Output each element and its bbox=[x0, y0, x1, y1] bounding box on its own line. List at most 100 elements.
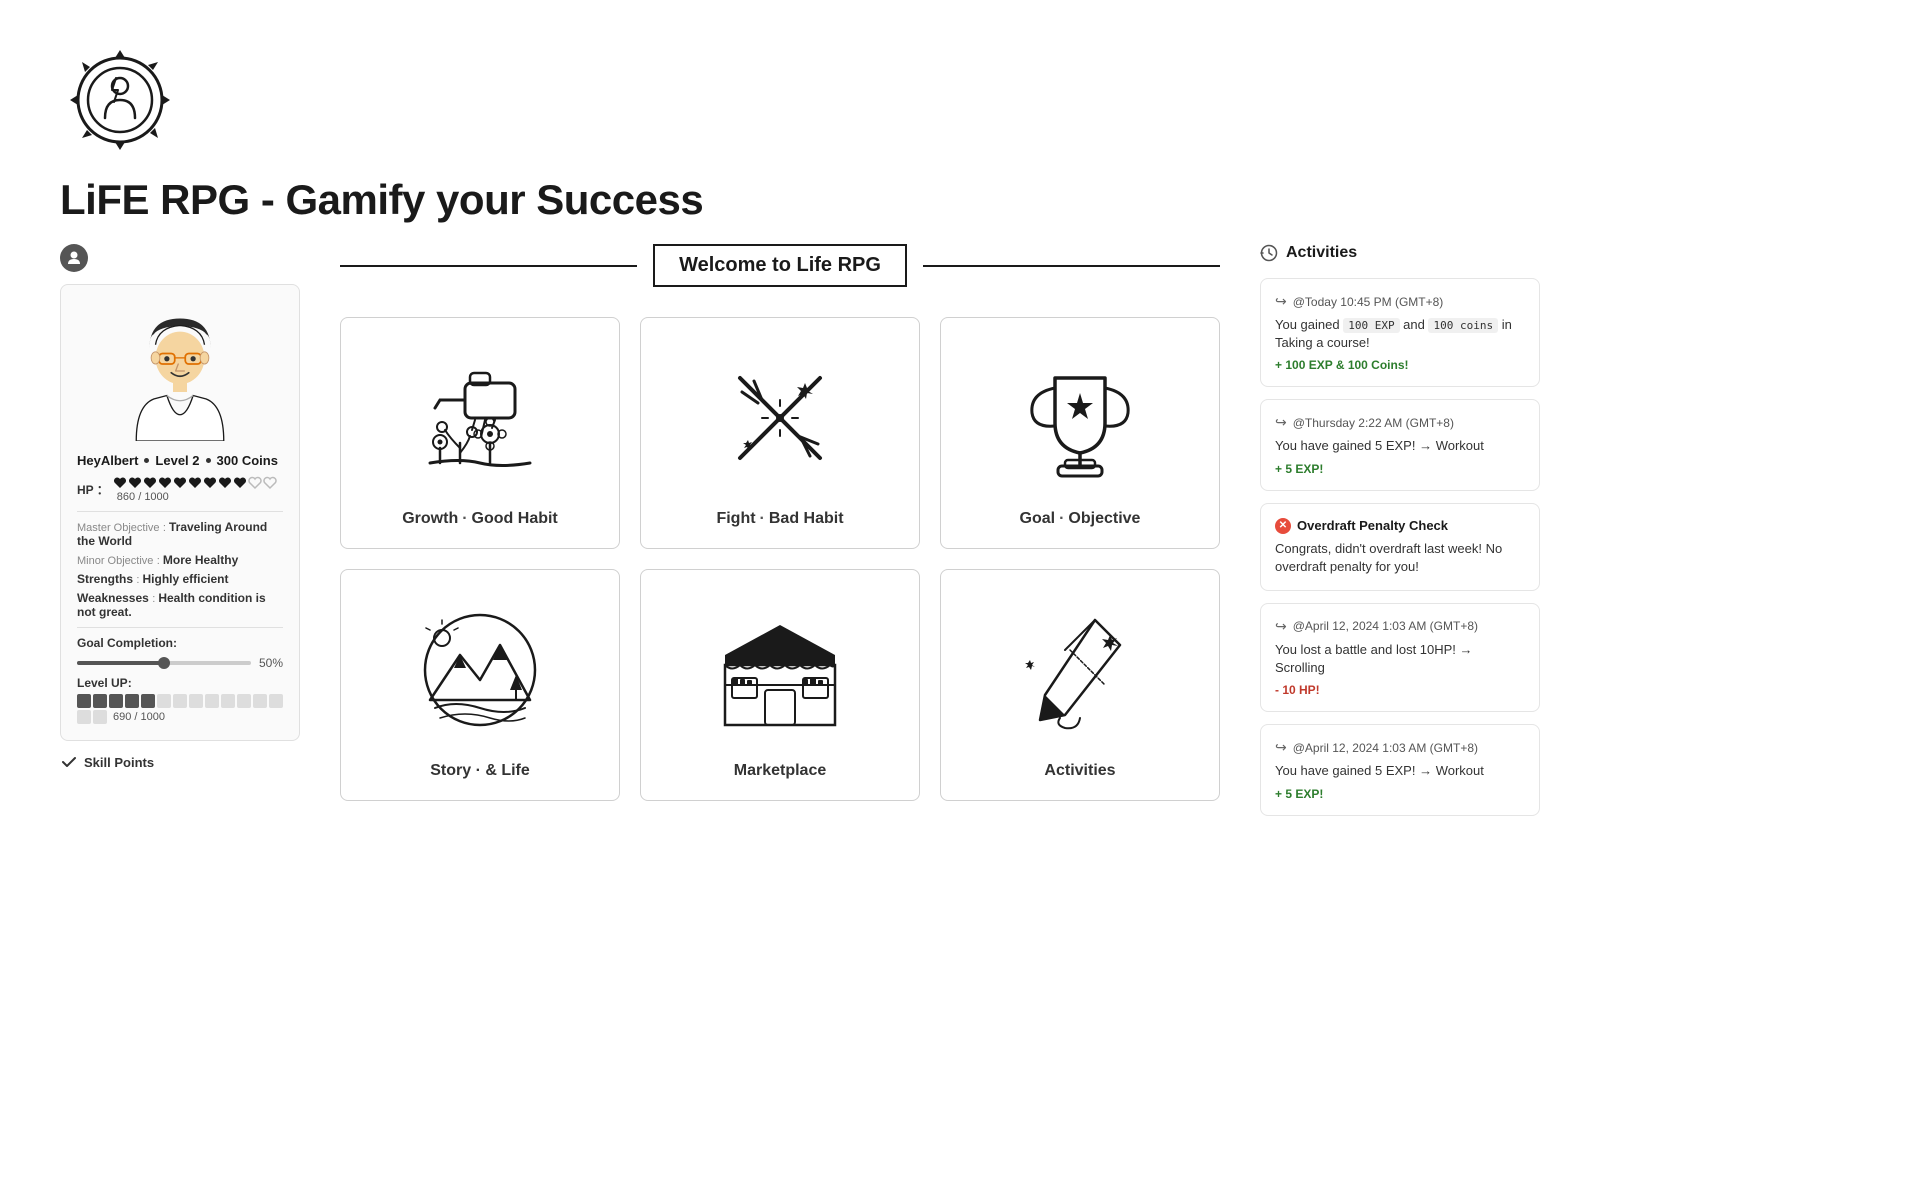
level-block-1 bbox=[77, 694, 91, 708]
activities-header: Activities bbox=[1260, 244, 1540, 262]
heart-2 bbox=[128, 476, 142, 490]
penalty-title: Overdraft Penalty Check bbox=[1297, 518, 1448, 533]
goal-track bbox=[77, 661, 251, 665]
activity-desc-4: You have gained 5 EXP! → Workout bbox=[1275, 762, 1525, 780]
story-life-card[interactable]: Story · & Life bbox=[340, 569, 620, 801]
banner-line-right bbox=[923, 265, 1220, 267]
story-icon bbox=[410, 600, 550, 740]
heart-8 bbox=[218, 476, 232, 490]
growth-good-habit-card[interactable]: Growth·Good Habit bbox=[340, 317, 620, 549]
heart-5 bbox=[173, 476, 187, 490]
activities-history-icon bbox=[1260, 244, 1278, 262]
heart-1 bbox=[113, 476, 127, 490]
penalty-header: ✕ Overdraft Penalty Check bbox=[1275, 518, 1525, 534]
fight-bad-habit-card[interactable]: Fight·Bad Habit bbox=[640, 317, 920, 549]
growth-icon-area bbox=[400, 338, 560, 498]
level-block-7 bbox=[173, 694, 187, 708]
level-block-8 bbox=[189, 694, 203, 708]
badge-coins-1: 100 coins bbox=[1428, 318, 1498, 333]
hp-value: 860 / 1000 bbox=[117, 491, 169, 503]
goal-fill bbox=[77, 661, 164, 665]
logo-section: LiFE RPG - Gamify your Success bbox=[60, 40, 1540, 224]
skill-points-row[interactable]: Skill Points bbox=[60, 753, 300, 771]
character-name-row: HeyAlbert Level 2 300 Coins bbox=[77, 453, 283, 468]
activity-item-4: ↪ @April 12, 2024 1:03 AM (GMT+8) You ha… bbox=[1260, 724, 1540, 815]
level-block-5 bbox=[141, 694, 155, 708]
heart-11-empty bbox=[263, 476, 277, 490]
fight-icon-area bbox=[700, 338, 860, 498]
goal-completion-section: Goal Completion: 50% bbox=[77, 636, 283, 670]
level-block-6 bbox=[157, 694, 171, 708]
right-panel: Activities ↪ @Today 10:45 PM (GMT+8) You… bbox=[1260, 244, 1540, 828]
strengths-value: Highly efficient bbox=[142, 572, 228, 586]
objectives-section: Master Objective : Traveling Around the … bbox=[77, 520, 283, 619]
activity-item-3: ↪ @April 12, 2024 1:03 AM (GMT+8) You lo… bbox=[1260, 603, 1540, 712]
activity-penalty-card: ✕ Overdraft Penalty Check Congrats, didn… bbox=[1260, 503, 1540, 591]
heart-6 bbox=[188, 476, 202, 490]
story-label-pre: Story · & Life bbox=[430, 762, 530, 779]
welcome-banner: Welcome to Life RPG bbox=[340, 244, 1220, 287]
separator-dot-1 bbox=[144, 458, 149, 463]
level-block-15 bbox=[93, 710, 107, 724]
marketplace-label: Marketplace bbox=[734, 762, 827, 780]
activity-reward-2: + 5 EXP! bbox=[1275, 462, 1525, 476]
strengths-label: Strengths bbox=[77, 572, 133, 586]
penalty-x-icon: ✕ bbox=[1275, 518, 1291, 534]
level-block-14 bbox=[77, 710, 91, 724]
arrow-icon-3: ↪ bbox=[1275, 618, 1287, 635]
story-label: Story · & Life bbox=[430, 762, 530, 780]
hp-label: HP ： bbox=[77, 481, 109, 498]
activity-reward-1: + 100 EXP & 100 Coins! bbox=[1275, 358, 1525, 372]
hearts-container: 860 / 1000 bbox=[113, 476, 283, 503]
story-icon-area bbox=[400, 590, 560, 750]
weaknesses-label: Weaknesses bbox=[77, 591, 149, 605]
welcome-box: Welcome to Life RPG bbox=[653, 244, 907, 287]
arrow-icon-4: ↪ bbox=[1275, 739, 1287, 756]
heart-4 bbox=[158, 476, 172, 490]
activities-card[interactable]: Activities bbox=[940, 569, 1220, 801]
character-level: Level 2 bbox=[155, 453, 199, 468]
activity-timestamp-2: ↪ @Thursday 2:22 AM (GMT+8) bbox=[1275, 414, 1525, 431]
character-card: HeyAlbert Level 2 300 Coins HP ： bbox=[60, 284, 300, 741]
level-block-3 bbox=[109, 694, 123, 708]
activities-icon-area bbox=[1000, 590, 1160, 750]
goal-icon bbox=[1010, 348, 1150, 488]
activity-item-1: ↪ @Today 10:45 PM (GMT+8) You gained 100… bbox=[1260, 278, 1540, 387]
minor-obj-label: Minor Objective bbox=[77, 555, 153, 567]
master-objective-row: Master Objective : Traveling Around the … bbox=[77, 520, 283, 548]
heart-9 bbox=[233, 476, 247, 490]
activity-reward-4: + 5 EXP! bbox=[1275, 787, 1525, 801]
marketplace-card[interactable]: Marketplace bbox=[640, 569, 920, 801]
timestamp-text-4: @April 12, 2024 1:03 AM (GMT+8) bbox=[1293, 741, 1478, 755]
level-up-section: Level UP: bbox=[77, 676, 283, 724]
welcome-text: Welcome to Life RPG bbox=[679, 254, 881, 276]
goal-progress-bar: 50% bbox=[77, 656, 283, 670]
activity-desc-3: You lost a battle and lost 10HP! → Scrol… bbox=[1275, 641, 1525, 677]
activity-desc-1: You gained 100 EXP and 100 coins in Taki… bbox=[1275, 316, 1525, 352]
skill-points-label: Skill Points bbox=[84, 755, 154, 770]
timestamp-text-1: @Today 10:45 PM (GMT+8) bbox=[1293, 295, 1444, 309]
center-panel: Welcome to Life RPG bbox=[340, 244, 1220, 828]
character-name: HeyAlbert bbox=[77, 453, 138, 468]
level-block-12 bbox=[253, 694, 267, 708]
arrow-icon-1: ↪ bbox=[1275, 293, 1287, 310]
heart-3 bbox=[143, 476, 157, 490]
activities-pen-icon bbox=[1010, 600, 1150, 740]
activity-item-2: ↪ @Thursday 2:22 AM (GMT+8) You have gai… bbox=[1260, 399, 1540, 490]
activity-desc-2: You have gained 5 EXP! → Workout bbox=[1275, 437, 1525, 455]
level-block-4 bbox=[125, 694, 139, 708]
level-block-9 bbox=[205, 694, 219, 708]
heart-7 bbox=[203, 476, 217, 490]
badge-exp-1: 100 EXP bbox=[1343, 318, 1399, 333]
growth-icon bbox=[410, 348, 550, 488]
strengths-row: Strengths : Highly efficient bbox=[77, 572, 283, 586]
activities-label: Activities bbox=[1044, 762, 1115, 780]
user-avatar-icon[interactable] bbox=[60, 244, 88, 272]
character-image bbox=[77, 301, 283, 441]
goal-icon-area bbox=[1000, 338, 1160, 498]
fight-label: Fight·Bad Habit bbox=[716, 510, 843, 528]
goal-objective-card[interactable]: Goal·Objective bbox=[940, 317, 1220, 549]
marketplace-icon bbox=[710, 600, 850, 740]
timestamp-text-2: @Thursday 2:22 AM (GMT+8) bbox=[1293, 416, 1454, 430]
heart-10-empty bbox=[248, 476, 262, 490]
